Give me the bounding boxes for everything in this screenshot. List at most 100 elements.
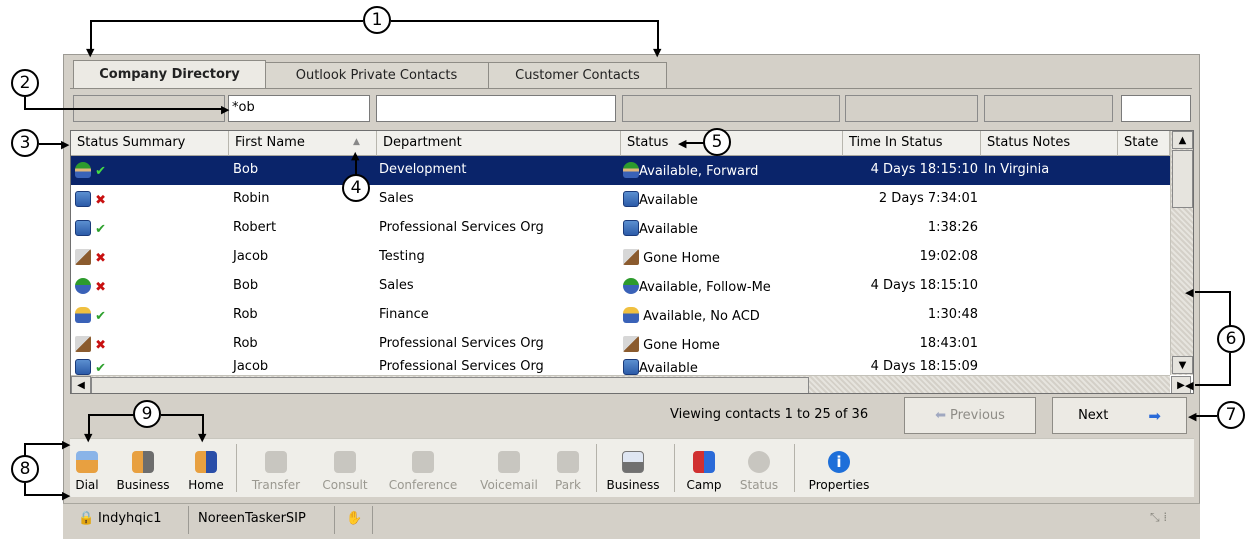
business-directory-label: Business <box>606 478 660 492</box>
previous-arrow-icon: ⬅ <box>935 408 946 423</box>
x-mark-icon: ✖ <box>95 338 107 353</box>
x-mark-icon: ✖ <box>95 280 107 295</box>
home-label: Home <box>188 478 224 492</box>
resize-grip-icon[interactable]: ⤡ ⁞ <box>1150 510 1167 525</box>
status-separator <box>188 506 189 534</box>
arrow-left-icon: ◀ <box>1188 410 1197 423</box>
cell-status: Available <box>639 361 698 376</box>
available-icon <box>623 191 639 207</box>
next-button-label: Next <box>1078 408 1109 423</box>
gone-home-icon <box>623 336 639 352</box>
toolbar-separator <box>674 444 675 492</box>
voicemail-button[interactable]: Voicemail <box>476 441 542 495</box>
vertical-scroll-thumb[interactable] <box>1172 150 1193 208</box>
callout-line <box>686 142 704 144</box>
camp-button[interactable]: Camp <box>684 441 724 495</box>
table-row[interactable]: ✖ Bob Sales Available, Follow-Me 4 Days … <box>71 272 1170 301</box>
cell-time-in-status: 18:43:01 <box>919 336 978 351</box>
home-dial-button[interactable]: Home <box>184 441 228 495</box>
gone-home-icon <box>75 249 91 265</box>
contacts-grid: Status Summary First Name ▲ Department St… <box>70 130 1194 394</box>
cell-status-notes: In Virginia <box>984 162 1050 177</box>
available-no-acd-icon <box>75 307 91 323</box>
status-icon <box>748 451 770 473</box>
callout-line <box>88 414 134 416</box>
horizontal-scrollbar[interactable]: ◀ ▶ <box>71 375 1191 393</box>
vertical-scrollbar[interactable]: ▲ ▼ <box>1170 131 1193 375</box>
arrow-left-icon: ◀ <box>678 137 687 150</box>
callout-6: 6 <box>1217 325 1245 353</box>
previous-button[interactable]: ⬅ Previous <box>904 397 1036 434</box>
cell-status: Available, Forward <box>639 164 759 179</box>
voicemail-icon <box>498 451 520 473</box>
cell-time-in-status: 1:38:26 <box>927 220 978 235</box>
lock-icon: 🔒 <box>78 511 95 526</box>
properties-button[interactable]: i Properties <box>802 441 876 495</box>
table-row[interactable]: ✖ Robin Sales Available 2 Days 7:34:01 <box>71 185 1170 214</box>
table-row[interactable]: ✖ Jacob Testing Gone Home 19:02:08 <box>71 243 1170 272</box>
cell-status: Gone Home <box>643 251 720 266</box>
tab-outlook-private-contacts[interactable]: Outlook Private Contacts <box>264 62 489 88</box>
cell-status: Available, Follow-Me <box>639 280 771 295</box>
business-dial-button[interactable]: Business <box>112 441 174 495</box>
next-button[interactable]: Next ➡ <box>1052 397 1187 434</box>
column-header-state[interactable]: State <box>1118 131 1170 156</box>
status-button[interactable]: Status <box>734 441 784 495</box>
next-arrow-icon: ➡ <box>1148 406 1161 425</box>
filter-state-input[interactable] <box>1121 95 1191 122</box>
scroll-down-icon[interactable]: ▼ <box>1172 356 1193 374</box>
phone-status-icon: ✋ <box>346 511 363 526</box>
column-header-status[interactable]: Status <box>621 131 843 156</box>
callout-2: 2 <box>11 69 39 97</box>
cell-first-name: Rob <box>233 336 258 351</box>
column-header-department[interactable]: Department <box>377 131 621 156</box>
conference-button[interactable]: Conference <box>380 441 466 495</box>
available-icon <box>623 220 639 236</box>
horizontal-scroll-thumb[interactable] <box>91 377 809 393</box>
cell-time-in-status: 4 Days 18:15:09 <box>870 359 978 374</box>
scroll-up-icon[interactable]: ▲ <box>1172 131 1193 149</box>
table-row[interactable]: ✔ Rob Finance Available, No ACD 1:30:48 <box>71 301 1170 330</box>
cell-department: Professional Services Org <box>379 359 544 374</box>
column-header-status-summary[interactable]: Status Summary <box>71 131 229 156</box>
pager-status-text: Viewing contacts 1 to 25 of 36 <box>670 407 869 422</box>
tab-customer-contacts[interactable]: Customer Contacts <box>488 62 667 88</box>
cell-time-in-status: 19:02:08 <box>919 249 978 264</box>
cell-department: Sales <box>379 278 414 293</box>
arrow-up-icon: ▲ <box>351 149 360 162</box>
arrow-down-icon: ▼ <box>653 46 662 59</box>
arrow-right-icon: ▶ <box>61 138 70 151</box>
tab-company-directory[interactable]: Company Directory <box>73 60 266 88</box>
column-header-status-notes[interactable]: Status Notes <box>981 131 1118 156</box>
transfer-button[interactable]: Transfer <box>246 441 306 495</box>
callout-3: 3 <box>11 129 39 157</box>
camp-icon <box>693 451 715 473</box>
filter-department-input[interactable] <box>376 95 616 122</box>
callout-1: 1 <box>363 6 391 34</box>
dial-icon <box>76 451 98 473</box>
callout-line <box>1195 415 1217 417</box>
arrow-down-icon: ▼ <box>86 46 95 59</box>
status-separator <box>372 506 373 534</box>
table-row[interactable]: ✔ Robert Professional Services Org Avail… <box>71 214 1170 243</box>
column-header-time-in-status[interactable]: Time In Status <box>843 131 981 156</box>
check-icon: ✔ <box>95 164 107 179</box>
park-button[interactable]: Park <box>548 441 588 495</box>
available-icon <box>75 220 91 236</box>
consult-button[interactable]: Consult <box>318 441 372 495</box>
filter-first-name-input[interactable]: *ob <box>228 95 370 122</box>
table-row[interactable]: ✔ Bob Development Available, Forward 4 D… <box>71 156 1170 185</box>
consult-label: Consult <box>322 478 368 492</box>
tab-divider <box>70 88 1192 89</box>
toolbar-separator <box>236 444 237 492</box>
scroll-left-icon[interactable]: ◀ <box>71 376 91 393</box>
business-directory-button[interactable]: Business <box>602 441 664 495</box>
callout-4: 4 <box>342 174 370 202</box>
toolbar-separator <box>794 444 795 492</box>
callout-line <box>391 20 658 22</box>
dial-button[interactable]: Dial <box>72 441 102 495</box>
arrow-right-icon: ▶ <box>62 489 71 502</box>
park-icon <box>557 451 579 473</box>
toolbar-separator <box>596 444 597 492</box>
cell-status: Available, No ACD <box>643 309 760 324</box>
